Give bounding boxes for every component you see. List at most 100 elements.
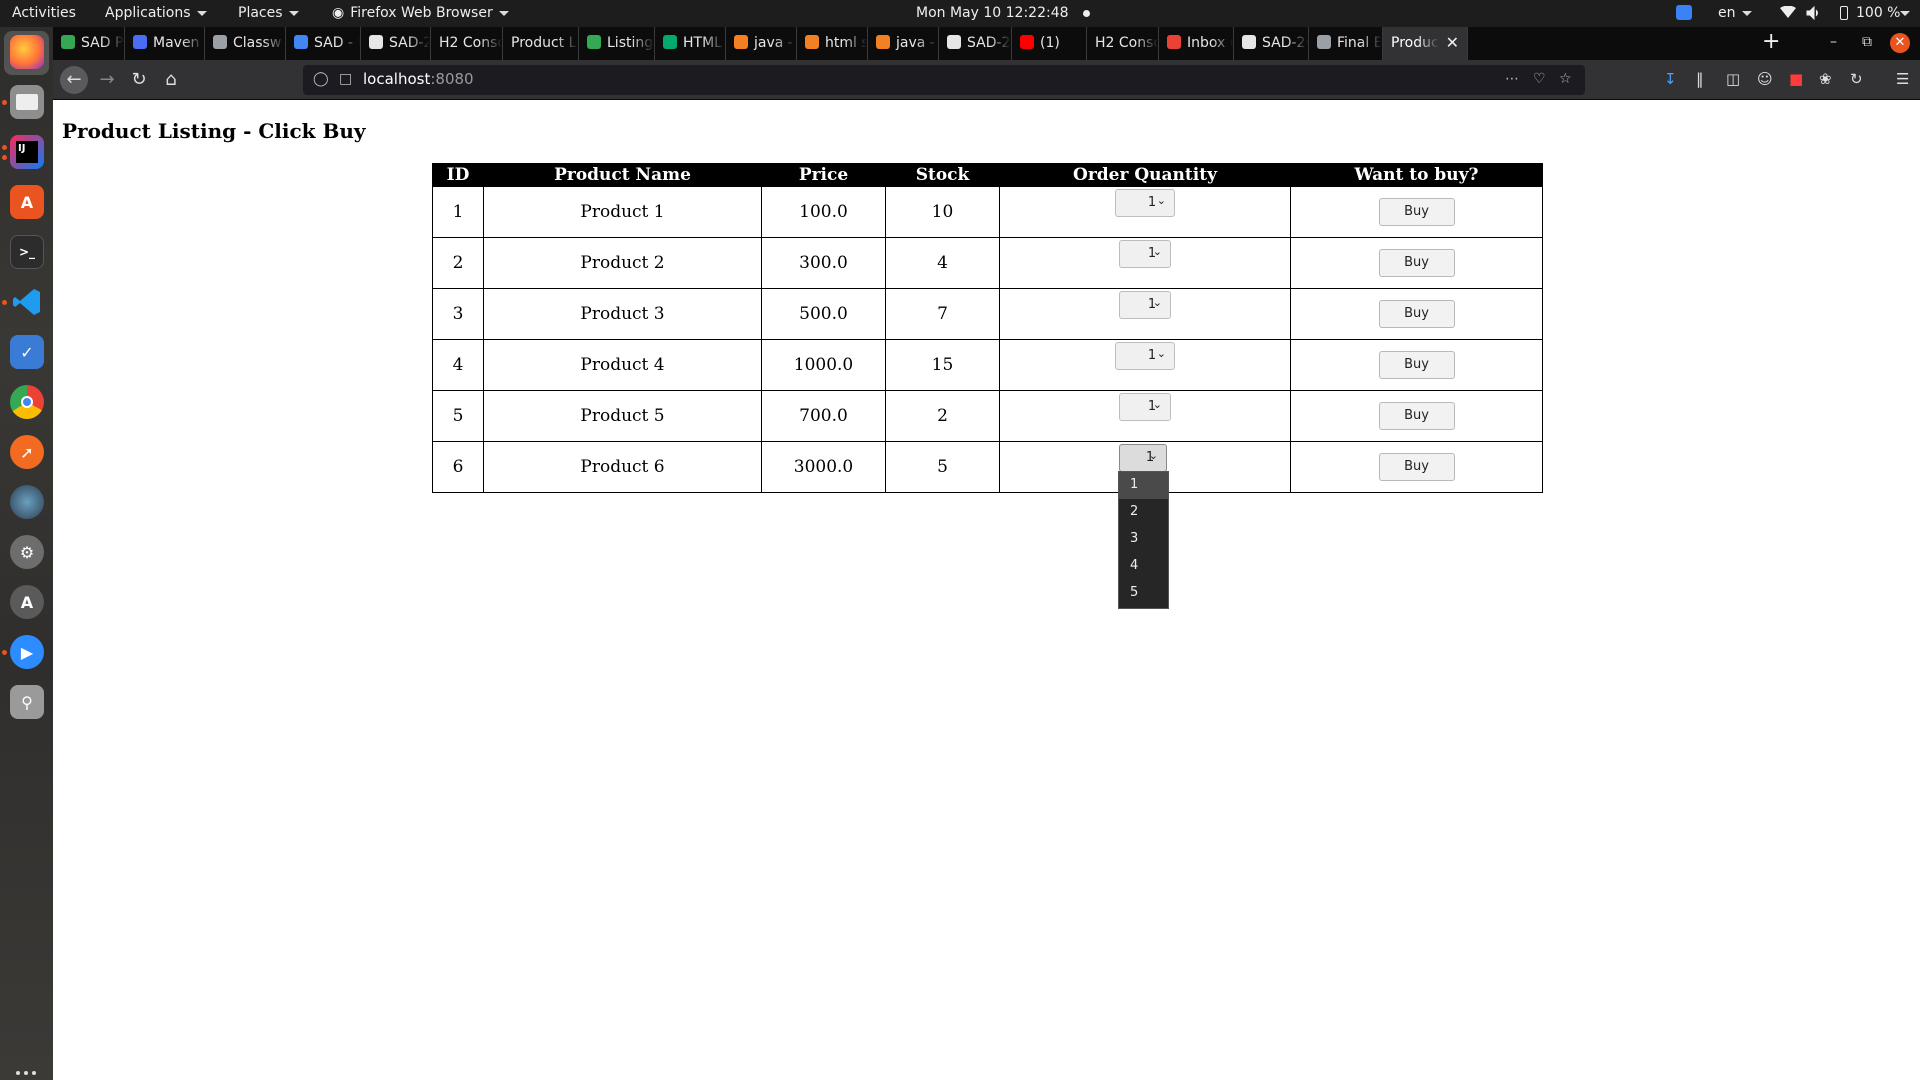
activities-button[interactable]: Activities [12, 5, 76, 21]
buy-button[interactable]: Buy [1378, 249, 1455, 277]
browser-tab[interactable]: HTML t [655, 27, 726, 60]
browser-tab[interactable]: (1) [1012, 27, 1087, 60]
buy-button[interactable]: Buy [1378, 453, 1455, 481]
sync-icon[interactable]: ↻ [1850, 70, 1863, 88]
browser-tab[interactable]: H2 Consol [1087, 27, 1159, 60]
browser-tab[interactable]: Produc ✕ [1383, 27, 1468, 60]
cell-product-name: Product 1 [483, 186, 762, 238]
browser-tab[interactable]: Inbox ( [1159, 27, 1234, 60]
software-center-icon[interactable]: A [10, 185, 44, 219]
wifi-icon[interactable] [1780, 6, 1796, 18]
library-icon[interactable]: ‖ [1696, 70, 1704, 88]
browser-tab[interactable]: SAD-20 [1234, 27, 1309, 60]
buy-button[interactable]: Buy [1378, 402, 1455, 430]
browser-tab-label: (1) [1040, 35, 1060, 51]
cell-price: 500.0 [761, 288, 886, 340]
forward-button[interactable]: → [93, 66, 121, 94]
system-top-bar: Activities Applications Places ◉ Firefox … [0, 0, 1920, 27]
browser-tab[interactable]: Final E [1309, 27, 1383, 60]
terminal-icon[interactable]: >_ [10, 235, 44, 269]
browser-tab[interactable]: SAD - F [286, 27, 361, 60]
quantity-option[interactable]: 1 [1119, 472, 1168, 499]
globe-icon[interactable] [10, 485, 44, 519]
buy-button[interactable]: Buy [1378, 198, 1455, 226]
show-applications-icon[interactable] [16, 1071, 38, 1080]
intellij-icon[interactable]: IJ [10, 135, 44, 169]
chevron-down-icon: ⌄ [1152, 398, 1162, 411]
software-updater-icon[interactable]: A [10, 585, 44, 619]
volume-icon[interactable] [1806, 6, 1820, 20]
quantity-select[interactable]: 1 ⌄ [1115, 189, 1175, 217]
zoom-tray-icon[interactable] [1676, 5, 1692, 20]
chevron-down-icon: ⌄ [1156, 194, 1166, 207]
navigation-bar: ← → ↻ ⌂ ◯ □ localhost:8080 ⋯ ♡ ☆ ↧ ‖ ◫ ☺… [53, 60, 1920, 100]
tab-close-icon[interactable]: ✕ [1446, 33, 1459, 52]
browser-tab[interactable]: SAD-20 [939, 27, 1012, 60]
chrome-icon[interactable] [10, 385, 44, 419]
browser-tab[interactable]: SAD Pr [53, 27, 125, 60]
tab-fade [1417, 27, 1439, 60]
firefox-icon[interactable] [10, 35, 44, 69]
quantity-select[interactable]: 1 ⌄ [1119, 393, 1171, 421]
browser-tab[interactable]: java - R [868, 27, 939, 60]
downloads-icon[interactable]: ↧ [1664, 70, 1677, 88]
browser-tab[interactable]: Product Li [503, 27, 579, 60]
clock[interactable]: Mon May 10 12:22:48 [916, 5, 1090, 21]
pocket-icon[interactable]: ♡ [1533, 71, 1546, 87]
extension-red-icon[interactable]: ■ [1789, 70, 1803, 88]
page-info-icon[interactable]: □ [339, 71, 352, 87]
files-icon[interactable] [10, 85, 44, 119]
running-indicator [2, 300, 7, 305]
browser-tab[interactable]: Listing [579, 27, 655, 60]
url-bar[interactable]: ◯ □ localhost:8080 ⋯ ♡ ☆ [303, 65, 1585, 95]
cell-want-to-buy: Buy [1290, 186, 1543, 238]
battery-icon[interactable] [1840, 6, 1848, 20]
todo-icon[interactable]: ✓ [10, 335, 44, 369]
vscode-icon[interactable] [10, 285, 44, 319]
table-row: 4 Product 4 1000.0 15 1 ⌄ Buy [432, 339, 1543, 391]
browser-tab[interactable]: html se [797, 27, 868, 60]
quantity-select[interactable]: 1 ⌄ [1119, 240, 1171, 268]
browser-tab[interactable]: Maven [125, 27, 205, 60]
minimize-button[interactable]: – [1830, 34, 1837, 50]
bookmark-star-icon[interactable]: ☆ [1559, 71, 1572, 87]
window-close-button[interactable]: ✕ [1890, 33, 1910, 53]
quantity-select[interactable]: 1 ⌄ [1119, 291, 1171, 319]
buy-button[interactable]: Buy [1378, 351, 1455, 379]
shield-icon[interactable]: ◯ [313, 71, 329, 87]
places-menu[interactable]: Places [238, 5, 299, 21]
new-tab-button[interactable]: + [1762, 29, 1780, 54]
table-header-row: ID Product Name Price Stock Order Quanti… [432, 163, 1543, 187]
settings-icon[interactable]: ⚙ [10, 535, 44, 569]
home-button[interactable]: ⌂ [157, 66, 185, 94]
quantity-option[interactable]: 4 [1119, 553, 1168, 580]
language-menu[interactable]: en [1718, 5, 1752, 21]
browser-tab[interactable]: SAD-20 [361, 27, 431, 60]
browser-tab[interactable]: java - U [726, 27, 797, 60]
app-menu[interactable]: ◉ Firefox Web Browser [332, 5, 509, 21]
buy-button[interactable]: Buy [1378, 300, 1455, 328]
account-icon[interactable]: ☺ [1757, 70, 1773, 88]
hamburger-menu-icon[interactable]: ☰ [1896, 70, 1909, 88]
back-button[interactable]: ← [60, 66, 88, 94]
browser-tab[interactable]: H2 Consol [431, 27, 503, 60]
system-menu-caret-icon[interactable] [1900, 11, 1910, 16]
quantity-select[interactable]: 1 ⌄ [1115, 342, 1175, 370]
sidebar-icon[interactable]: ◫ [1726, 70, 1740, 88]
zoom-icon[interactable]: ▶ [10, 635, 44, 669]
product-table: ID Product Name Price Stock Order Quanti… [432, 163, 1543, 493]
quantity-option[interactable]: 3 [1119, 526, 1168, 553]
extension-icon[interactable]: ❀ [1819, 70, 1832, 88]
compass-icon[interactable]: ➚ [10, 435, 44, 469]
cell-order-quantity: 1 ⌄ [999, 390, 1291, 442]
applications-menu[interactable]: Applications [105, 5, 207, 21]
quantity-option[interactable]: 5 [1119, 580, 1168, 607]
restore-button[interactable]: ⧉ [1862, 34, 1872, 50]
quantity-option[interactable]: 2 [1119, 499, 1168, 526]
quantity-select[interactable]: 1 ⌄ [1119, 444, 1167, 472]
notification-dot-icon [1082, 9, 1090, 17]
reload-button[interactable]: ↻ [125, 66, 153, 94]
screenshot-icon[interactable]: ⚲ [10, 685, 44, 719]
more-actions-icon[interactable]: ⋯ [1505, 71, 1519, 87]
browser-tab[interactable]: Classw [205, 27, 286, 60]
